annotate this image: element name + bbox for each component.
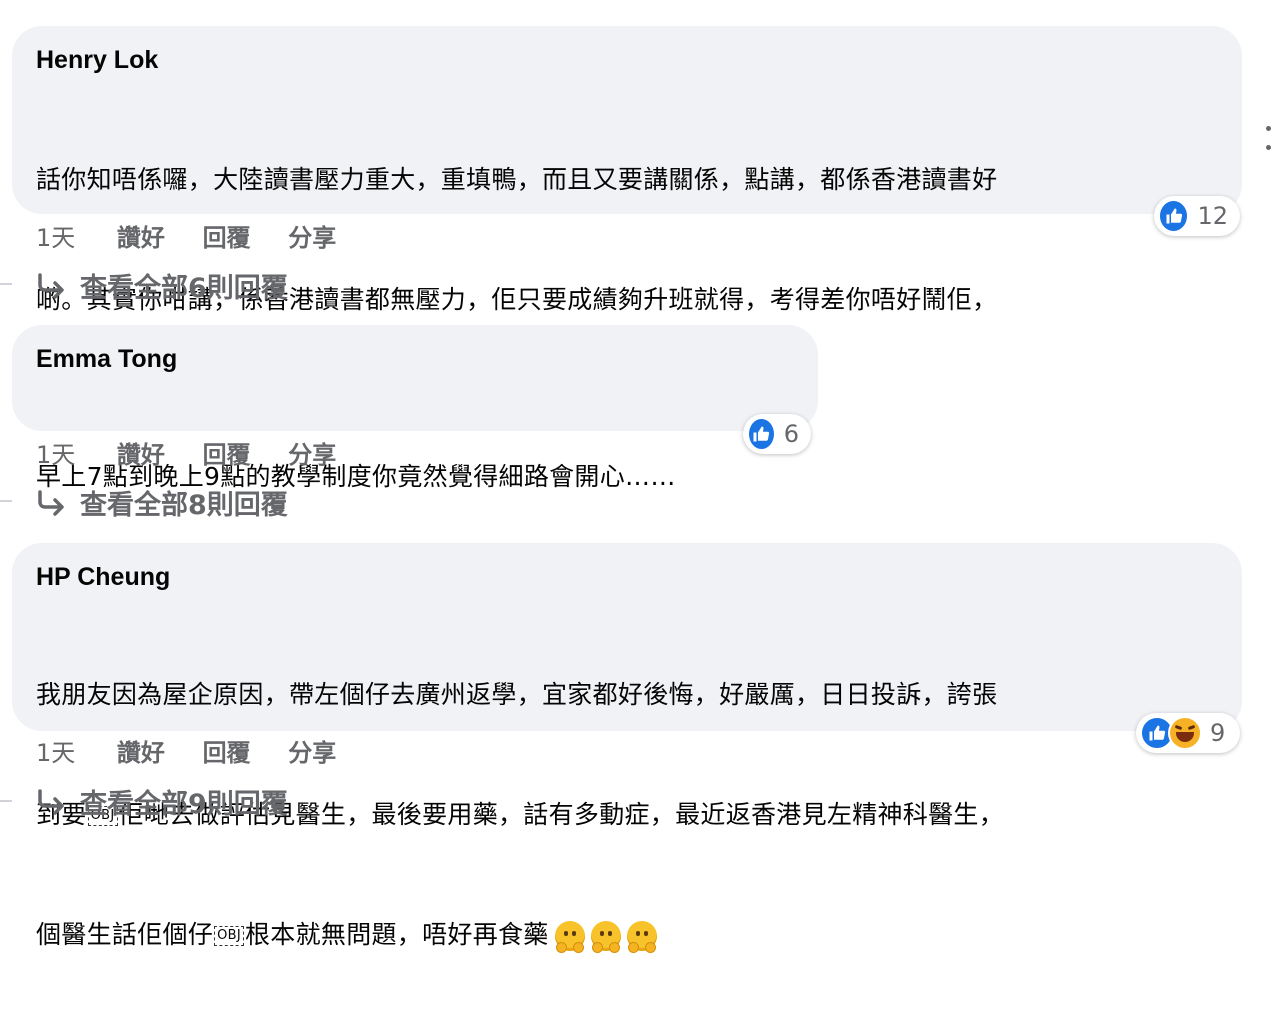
comment-bubble: Henry Lok 話你知唔係囉，大陸讀書壓力重大，重填鴨，而且又要講關係，點講… xyxy=(12,26,1242,434)
hugging-face-emoji xyxy=(554,921,585,953)
like-button[interactable]: 讚好 xyxy=(117,733,165,768)
reply-button[interactable]: 回覆 xyxy=(203,733,251,768)
reply-arrow-icon xyxy=(36,490,70,523)
reaction-count: 9 xyxy=(1210,719,1226,747)
comment-actions: 1天 讚好 回覆 分享 xyxy=(36,435,366,470)
like-reaction-icon xyxy=(1158,199,1190,233)
like-reaction-icon xyxy=(747,417,776,451)
like-button[interactable]: 讚好 xyxy=(117,218,165,253)
comment-timestamp[interactable]: 1天 xyxy=(36,733,75,768)
thread-connector xyxy=(0,800,12,802)
haha-reaction-icon xyxy=(1168,716,1202,750)
reply-button[interactable]: 回覆 xyxy=(203,218,251,253)
reaction-count: 12 xyxy=(1197,202,1228,230)
comment-author[interactable]: HP Cheung xyxy=(36,561,1218,593)
reply-arrow-icon xyxy=(36,789,70,822)
comment-text-line: 話你知唔係囉，大陸讀書壓力重大，重填鴨，而且又要講關係，點講，都係香港讀書好 xyxy=(36,165,998,194)
comment-timestamp[interactable]: 1天 xyxy=(36,218,75,253)
comment-text-line: 我朋友因為屋企原因，帶左個仔去廣州返學，宜家都好後悔，好嚴厲，日日投訴，誇張 xyxy=(36,680,998,709)
reaction-summary[interactable]: 12 xyxy=(1154,196,1240,236)
reply-arrow-icon xyxy=(36,273,70,306)
share-button[interactable]: 分享 xyxy=(288,435,336,470)
view-replies-link[interactable]: 查看全部6則回覆 xyxy=(36,266,288,306)
thread-connector xyxy=(0,500,12,502)
share-button[interactable]: 分享 xyxy=(288,733,336,768)
object-placeholder: OBJ xyxy=(214,926,244,946)
thread-connector xyxy=(0,283,12,285)
view-replies-link[interactable]: 查看全部8則回覆 xyxy=(36,483,288,523)
view-replies-label: 查看全部9則回覆 xyxy=(80,789,288,820)
comment-author[interactable]: Henry Lok xyxy=(36,44,1218,76)
reaction-summary[interactable]: 9 xyxy=(1136,713,1240,753)
text-segment: 根本就無問題，唔好再食藥 xyxy=(245,920,549,949)
comment-actions: 1天 讚好 回覆 分享 xyxy=(36,733,366,768)
hugging-face-emoji xyxy=(626,921,657,953)
text-segment: 個醫生話佢個仔 xyxy=(36,920,214,949)
reaction-count: 6 xyxy=(783,420,799,448)
hugging-face-emoji xyxy=(590,921,621,953)
view-replies-label: 查看全部6則回覆 xyxy=(80,273,288,304)
comment-bubble: Emma Tong 早上7點到晚上9點的教學制度你竟然覺得細路會開心…… xyxy=(12,325,818,491)
reply-button[interactable]: 回覆 xyxy=(203,435,251,470)
comment-timestamp[interactable]: 1天 xyxy=(36,435,75,470)
comment-text-line: 個醫生話佢個仔 OBJ 根本就無問題，唔好再食藥 xyxy=(36,915,1218,955)
share-button[interactable]: 分享 xyxy=(288,218,336,253)
comment-actions: 1天 讚好 回覆 分享 xyxy=(36,218,366,253)
comment-author[interactable]: Emma Tong xyxy=(36,343,794,375)
view-replies-label: 查看全部8則回覆 xyxy=(80,490,288,521)
more-options-icon[interactable] xyxy=(1266,116,1280,150)
view-replies-link[interactable]: 查看全部9則回覆 xyxy=(36,782,288,822)
reaction-summary[interactable]: 6 xyxy=(743,414,811,454)
like-button[interactable]: 讚好 xyxy=(117,435,165,470)
comment-bubble: HP Cheung 我朋友因為屋企原因，帶左個仔去廣州返學，宜家都好後悔，好嚴厲… xyxy=(12,543,1242,953)
